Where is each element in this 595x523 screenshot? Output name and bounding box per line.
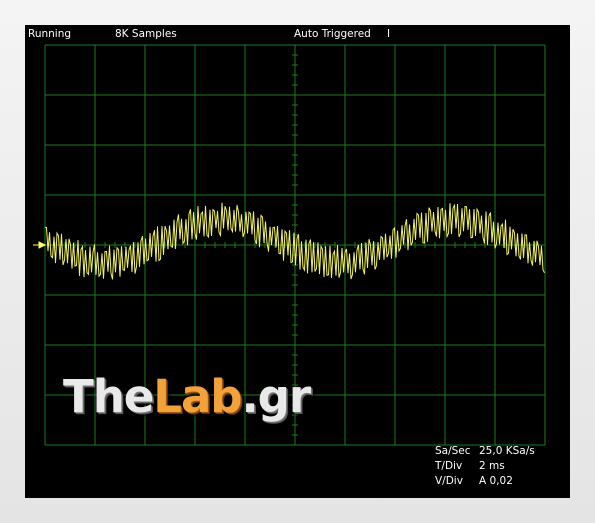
oscilloscope-display: Running 8K Samples Auto Triggered I TheL… [25, 25, 570, 498]
scope-grid [33, 44, 546, 446]
volt-div-value: A 0,02 [479, 475, 513, 487]
run-status: Running [28, 28, 72, 40]
sample-count: 8K Samples [115, 28, 177, 40]
sample-rate-label: Sa/Sec [435, 445, 471, 457]
trigger-status: Auto Triggered [294, 28, 371, 40]
scope-window: Running 8K Samples Auto Triggered I TheL… [0, 0, 595, 523]
arrow-right-icon [33, 241, 47, 249]
time-div-label: T/Div [435, 460, 463, 472]
watermark-the: The [63, 370, 154, 423]
watermark-logo: TheLab.gr [63, 370, 311, 423]
text-cursor: I [387, 28, 391, 40]
volt-div-label: V/Div [435, 475, 463, 487]
sample-rate-value: 25,0 KSa/s [479, 445, 535, 457]
watermark-lab: Lab [153, 370, 242, 423]
time-div-value: 2 ms [479, 460, 505, 472]
watermark-gr: .gr [241, 370, 311, 423]
